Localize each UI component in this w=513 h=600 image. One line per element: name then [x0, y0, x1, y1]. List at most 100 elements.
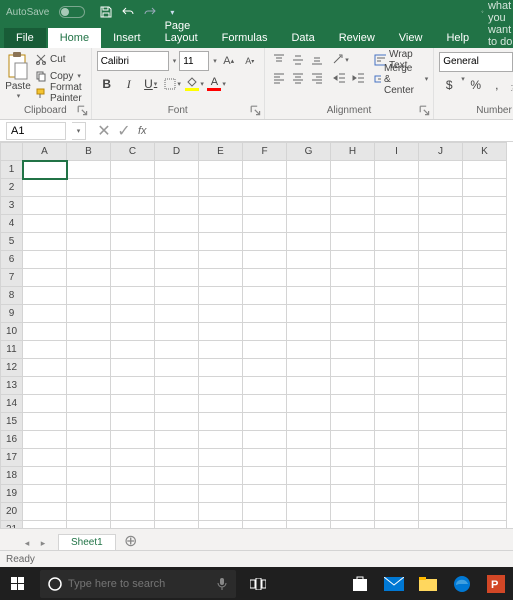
tell-me-search[interactable]: Tell me what you want to do — [481, 0, 513, 48]
cell[interactable] — [287, 323, 331, 341]
increase-font-icon[interactable]: A▴ — [220, 51, 238, 71]
enter-formula-icon[interactable]: ✓ — [114, 121, 134, 141]
cell[interactable] — [463, 179, 507, 197]
tab-data[interactable]: Data — [279, 28, 326, 48]
cell[interactable] — [287, 395, 331, 413]
cell[interactable] — [331, 305, 375, 323]
cell[interactable] — [331, 449, 375, 467]
cell[interactable] — [243, 503, 287, 521]
cell[interactable] — [155, 485, 199, 503]
cell[interactable] — [155, 395, 199, 413]
cell[interactable] — [67, 377, 111, 395]
cell[interactable] — [331, 521, 375, 529]
cell[interactable] — [331, 161, 375, 179]
cell[interactable] — [287, 161, 331, 179]
cell[interactable] — [419, 161, 463, 179]
cell[interactable] — [375, 215, 419, 233]
cell[interactable] — [287, 305, 331, 323]
font-size-dropdown-icon[interactable]: ▾ — [213, 57, 217, 65]
cell[interactable] — [331, 377, 375, 395]
tab-review[interactable]: Review — [327, 28, 387, 48]
cell[interactable] — [199, 485, 243, 503]
cell[interactable] — [375, 377, 419, 395]
cell[interactable] — [67, 215, 111, 233]
percent-button[interactable]: % — [466, 75, 486, 95]
column-header[interactable]: G — [287, 143, 331, 161]
cell[interactable] — [155, 287, 199, 305]
row-header[interactable]: 13 — [1, 377, 23, 395]
cell[interactable] — [67, 197, 111, 215]
cell[interactable] — [331, 341, 375, 359]
cell[interactable] — [23, 413, 67, 431]
paste-button[interactable]: Paste ▾ — [5, 51, 31, 101]
cell[interactable] — [111, 431, 155, 449]
cell[interactable] — [287, 413, 331, 431]
tab-help[interactable]: Help — [434, 28, 481, 48]
cell[interactable] — [111, 269, 155, 287]
cell[interactable] — [287, 197, 331, 215]
cell[interactable] — [287, 215, 331, 233]
cell[interactable] — [155, 161, 199, 179]
increase-decimal-icon[interactable]: .0.00 — [508, 75, 513, 95]
cell[interactable] — [67, 287, 111, 305]
column-header[interactable]: H — [331, 143, 375, 161]
sheet-nav-prev-icon[interactable]: ◂ — [20, 536, 34, 550]
clipboard-dialog-launcher-icon[interactable] — [77, 105, 89, 117]
cell[interactable] — [199, 359, 243, 377]
cell[interactable] — [199, 251, 243, 269]
cell[interactable] — [419, 251, 463, 269]
cell[interactable] — [111, 215, 155, 233]
cell[interactable] — [331, 323, 375, 341]
cell[interactable] — [419, 269, 463, 287]
cell[interactable] — [111, 359, 155, 377]
cell[interactable] — [287, 233, 331, 251]
column-header[interactable]: J — [419, 143, 463, 161]
column-header[interactable]: A — [23, 143, 67, 161]
cell[interactable] — [111, 197, 155, 215]
cell[interactable] — [419, 395, 463, 413]
cell[interactable] — [287, 521, 331, 529]
cell[interactable] — [111, 395, 155, 413]
cell[interactable] — [155, 413, 199, 431]
cell[interactable] — [287, 341, 331, 359]
cell[interactable] — [375, 305, 419, 323]
name-box-dropdown-icon[interactable]: ▾ — [72, 122, 86, 140]
fill-color-button[interactable]: ▾ — [185, 74, 205, 94]
taskbar-app-mail[interactable] — [377, 567, 411, 600]
cell[interactable] — [155, 431, 199, 449]
cell[interactable] — [155, 269, 199, 287]
taskbar-search[interactable] — [40, 570, 236, 598]
cell[interactable] — [463, 431, 507, 449]
cell[interactable] — [111, 521, 155, 529]
cell[interactable] — [287, 485, 331, 503]
cell[interactable] — [375, 449, 419, 467]
cell[interactable] — [67, 449, 111, 467]
cell[interactable] — [463, 269, 507, 287]
cell[interactable] — [243, 251, 287, 269]
cell[interactable] — [67, 413, 111, 431]
cell[interactable] — [199, 161, 243, 179]
row-header[interactable]: 2 — [1, 179, 23, 197]
cell[interactable] — [199, 449, 243, 467]
cell[interactable] — [67, 467, 111, 485]
row-header[interactable]: 11 — [1, 341, 23, 359]
tab-file[interactable]: File — [4, 28, 46, 48]
cell[interactable] — [67, 269, 111, 287]
cancel-formula-icon[interactable]: ✕ — [94, 121, 114, 141]
taskbar-app-powerpoint[interactable]: P — [479, 567, 513, 600]
number-format-select[interactable] — [439, 52, 513, 72]
cell[interactable] — [287, 503, 331, 521]
cell[interactable] — [287, 287, 331, 305]
cell[interactable] — [243, 413, 287, 431]
row-header[interactable]: 15 — [1, 413, 23, 431]
cell[interactable] — [111, 341, 155, 359]
cell[interactable] — [375, 341, 419, 359]
column-header[interactable]: C — [111, 143, 155, 161]
cell[interactable] — [419, 449, 463, 467]
cell[interactable] — [419, 305, 463, 323]
cell[interactable] — [331, 503, 375, 521]
cell[interactable] — [111, 377, 155, 395]
cell[interactable] — [331, 431, 375, 449]
cell[interactable] — [23, 431, 67, 449]
taskbar-app-explorer[interactable] — [411, 567, 445, 600]
